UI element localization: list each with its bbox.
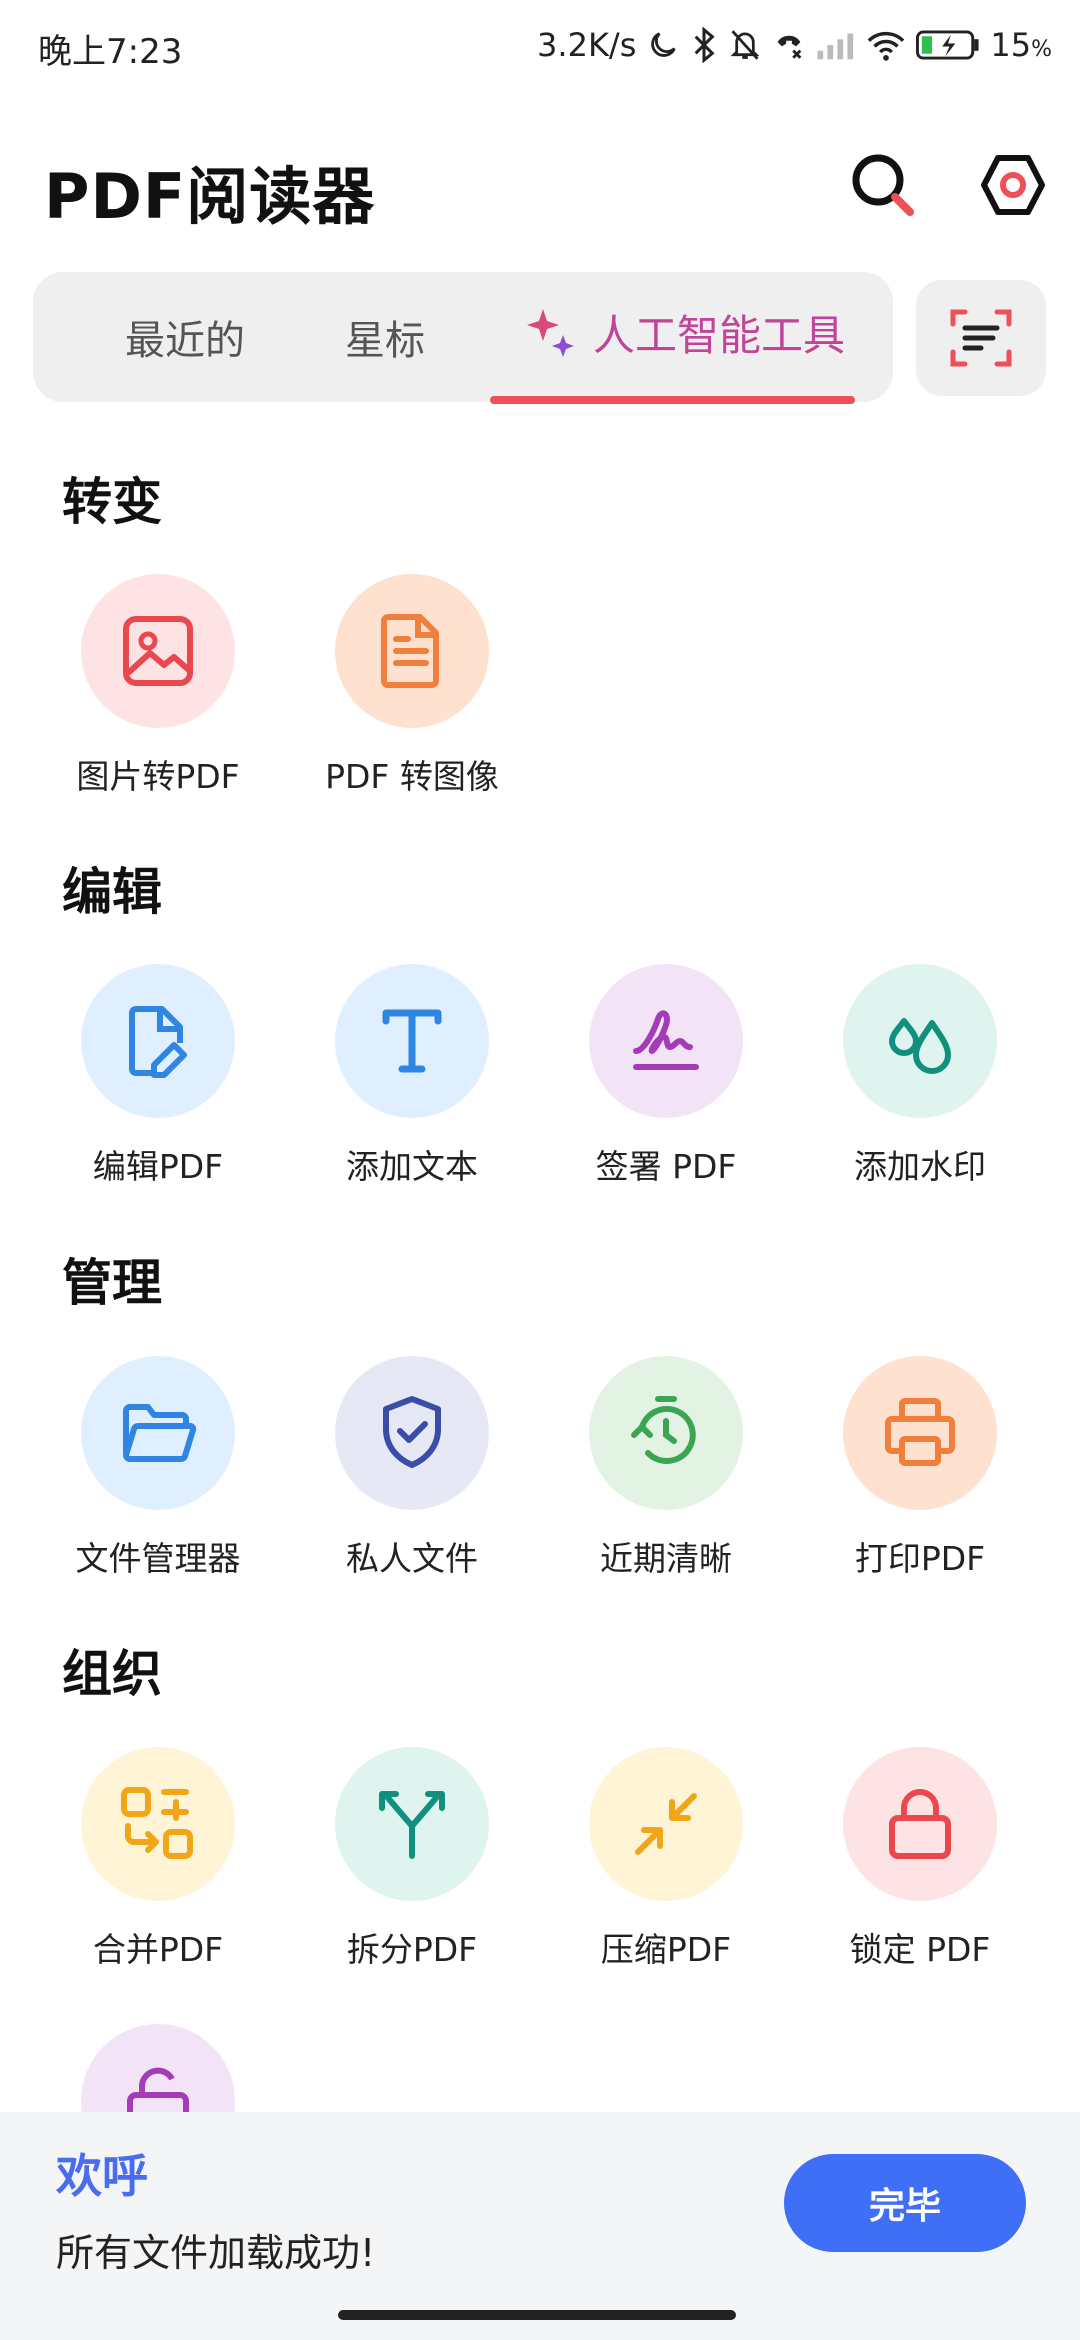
tool-label: 近期清晰: [600, 1539, 732, 1578]
folder-icon: [123, 1404, 197, 1462]
signature-icon: [633, 1010, 699, 1070]
tool-split-pdf[interactable]: 拆分PDF: [285, 1747, 539, 1971]
image-icon: [123, 616, 193, 686]
tool-label: 压缩PDF: [600, 1930, 732, 1969]
lock-icon: [889, 1789, 951, 1859]
battery-percent: 15%: [990, 26, 1052, 64]
tool-label: 打印PDF: [854, 1539, 986, 1578]
tool-image-to-pdf[interactable]: 图片转PDF: [31, 574, 285, 798]
tool-compress-pdf[interactable]: 压缩PDF: [539, 1747, 793, 1971]
home-indicator[interactable]: [338, 2310, 736, 2320]
signal-icon: [816, 30, 856, 60]
tool-label: PDF 转图像: [325, 757, 499, 796]
tool-label: 私人文件: [346, 1539, 478, 1578]
section-title-organize: 组织: [62, 1645, 162, 1703]
tool-sign-pdf[interactable]: 签署 PDF: [539, 964, 793, 1188]
text-icon: [382, 1009, 442, 1073]
tool-add-text[interactable]: 添加文本: [285, 964, 539, 1188]
net-speed: 3.2K/s: [537, 26, 637, 64]
search-icon: [852, 154, 914, 216]
tool-print-pdf[interactable]: 打印PDF: [793, 1356, 1047, 1580]
compress-icon: [635, 1793, 697, 1855]
status-icons: 3.2K/s 15%: [537, 22, 1052, 68]
banner-title: 欢呼: [56, 2149, 148, 2203]
active-tab-indicator: [490, 396, 855, 404]
tool-label: 签署 PDF: [595, 1147, 737, 1186]
battery-icon: [916, 29, 980, 61]
status-time: 晚上7:23: [38, 32, 183, 72]
call-icon: [772, 28, 806, 62]
tool-file-manager[interactable]: 文件管理器: [31, 1356, 285, 1580]
bluetooth-icon: [690, 27, 718, 63]
tool-label: 添加文本: [346, 1147, 478, 1186]
success-banner: 欢呼 所有文件加载成功! 完毕: [0, 2112, 1080, 2340]
settings-button[interactable]: [978, 150, 1048, 220]
tool-edit-pdf[interactable]: 编辑PDF: [31, 964, 285, 1188]
tool-label: 添加水印: [854, 1147, 986, 1186]
sparkle-icon: [527, 308, 574, 357]
shield-check-icon: [383, 1396, 441, 1468]
tool-add-watermark[interactable]: 添加水印: [793, 964, 1047, 1188]
tool-lock-pdf[interactable]: 锁定 PDF: [793, 1747, 1047, 1971]
app-header: PDF阅读器: [0, 130, 1080, 240]
tool-label: 拆分PDF: [346, 1930, 478, 1969]
page-title: PDF阅读器: [44, 160, 376, 233]
tool-label: 编辑PDF: [92, 1147, 224, 1186]
document-icon: [381, 614, 439, 688]
battery-value: 15: [990, 26, 1032, 64]
tool-label: 图片转PDF: [76, 757, 240, 796]
done-button[interactable]: 完毕: [784, 2154, 1026, 2252]
tool-label: 文件管理器: [75, 1539, 241, 1578]
edit-document-icon: [129, 1006, 187, 1078]
tool-label: 合并PDF: [92, 1930, 224, 1969]
search-button[interactable]: [848, 150, 918, 220]
tool-private-files[interactable]: 私人文件: [285, 1356, 539, 1580]
banner-message: 所有文件加载成功!: [56, 2231, 376, 2275]
tab-starred[interactable]: 星标: [345, 308, 425, 366]
printer-icon: [885, 1398, 955, 1466]
tool-pdf-to-image[interactable]: PDF 转图像: [285, 574, 539, 798]
settings-icon: [981, 155, 1045, 215]
timer-icon: [631, 1396, 696, 1464]
tool-label: 锁定 PDF: [849, 1930, 991, 1969]
tool-merge-pdf[interactable]: 合并PDF: [31, 1747, 285, 1971]
tab-bar: 最近的 星标 人工智能工具: [33, 272, 893, 402]
merge-icon: [121, 1787, 193, 1859]
tool-recent-clear[interactable]: 近期清晰: [539, 1356, 793, 1580]
watermark-drops-icon: [889, 1018, 951, 1074]
tab-ai-tools[interactable]: 人工智能工具: [523, 302, 845, 363]
moon-icon: [646, 28, 680, 62]
section-title-convert: 转变: [62, 473, 162, 531]
section-title-manage: 管理: [62, 1254, 162, 1312]
section-title-edit: 编辑: [62, 863, 162, 921]
bell-off-icon: [728, 27, 762, 63]
wifi-icon: [866, 29, 906, 61]
split-icon: [379, 1791, 445, 1859]
status-bar: 晚上7:23 3.2K/s 15%: [0, 0, 1080, 90]
scan-text-icon: [950, 309, 1012, 367]
scan-button[interactable]: [916, 280, 1046, 396]
tab-ai-tools-label: 人工智能工具: [593, 311, 846, 360]
battery-unit: %: [1031, 37, 1052, 62]
tab-recent[interactable]: 最近的: [125, 308, 245, 366]
